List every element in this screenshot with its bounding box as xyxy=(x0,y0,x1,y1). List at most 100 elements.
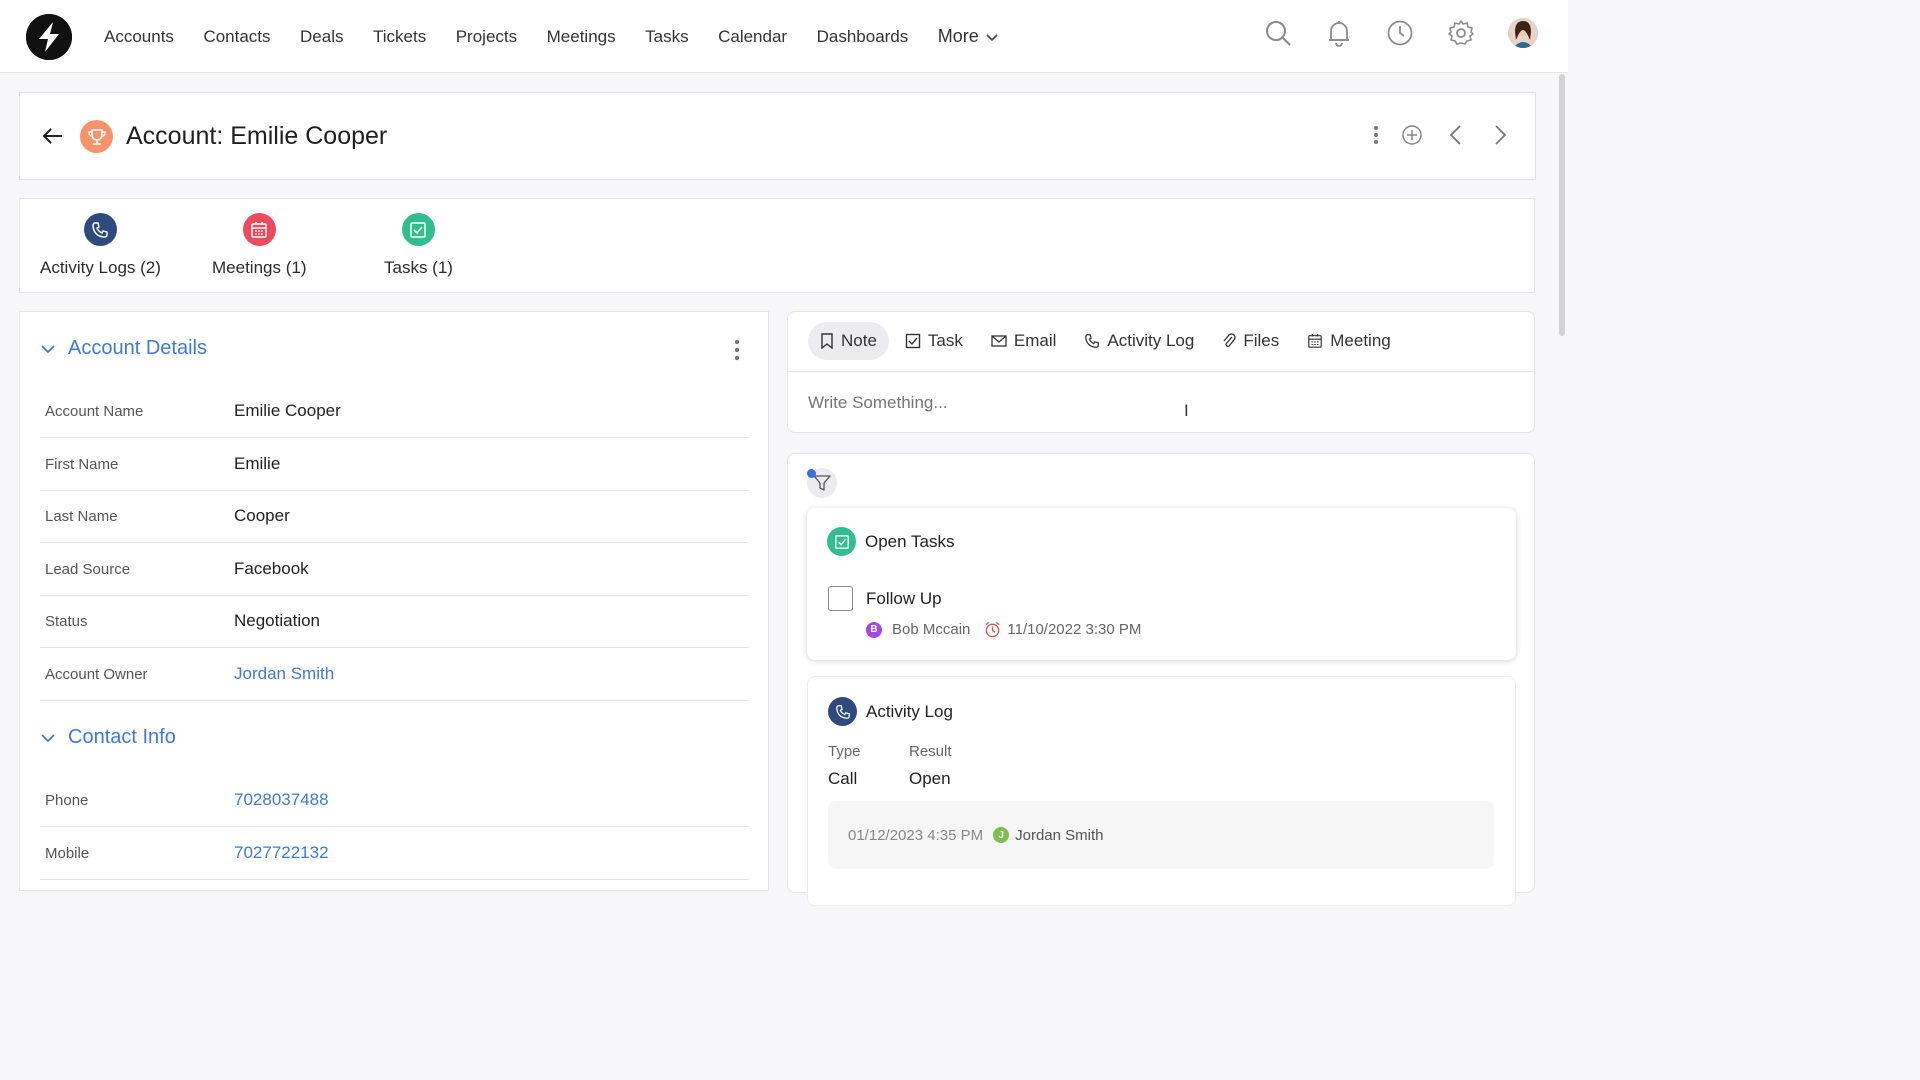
field-value: Emilie Cooper xyxy=(234,401,341,420)
log-type: Type Call xyxy=(828,743,861,789)
field-first-name: First Name Emilie xyxy=(40,438,749,491)
chevron-down-icon xyxy=(40,341,56,357)
nav-projects[interactable]: Projects xyxy=(456,27,517,47)
check-square-icon xyxy=(905,333,921,349)
nav-calendar[interactable]: Calendar xyxy=(718,27,787,47)
tab-task[interactable]: Task xyxy=(893,322,975,360)
phone-icon xyxy=(1084,333,1100,349)
page-scrollbar[interactable] xyxy=(1559,74,1565,336)
field-status: Status Negotiation xyxy=(40,595,749,648)
field-phone: Phone 7028037488 xyxy=(40,774,749,827)
task-title[interactable]: Follow Up xyxy=(866,589,942,609)
app-logo[interactable] xyxy=(26,14,72,60)
related-summary: Activity Logs (2) Meetings (1) Tasks (1) xyxy=(19,198,1535,293)
tab-meeting-label: Meeting xyxy=(1330,331,1391,350)
nav-more-label: More xyxy=(937,26,979,46)
log-type-label: Type xyxy=(828,743,861,760)
calendar-icon xyxy=(242,213,276,246)
text-cursor-icon: I xyxy=(1184,401,1189,420)
clock-icon[interactable] xyxy=(1386,19,1414,47)
log-type-value: Call xyxy=(828,769,858,788)
activity-log-title: Activity Log xyxy=(866,701,953,721)
nav-tickets[interactable]: Tickets xyxy=(373,27,426,47)
nav-more-button[interactable]: More xyxy=(938,26,999,47)
field-value: Facebook xyxy=(234,559,309,578)
contact-info-toggle[interactable]: Contact Info xyxy=(40,726,176,749)
account-details-toggle[interactable]: Account Details xyxy=(40,337,207,360)
tab-task-label: Task xyxy=(927,331,963,350)
nav-meetings[interactable]: Meetings xyxy=(547,27,616,47)
divider xyxy=(788,371,1534,372)
log-result: Result Open xyxy=(909,743,952,789)
related-meetings[interactable]: Meetings (1) xyxy=(212,213,306,278)
header-actions xyxy=(1373,124,1511,146)
search-icon[interactable] xyxy=(1264,19,1292,47)
bookmark-icon xyxy=(820,333,834,349)
field-label: Last Name xyxy=(45,507,118,525)
tab-activity-log[interactable]: Activity Log xyxy=(1072,322,1206,360)
field-label: Status xyxy=(45,612,88,630)
task-meta: B Bob Mccain 11/10/2022 3:30 PM xyxy=(866,621,1141,638)
field-label: First Name xyxy=(45,455,119,473)
composer-tabs: Note Task Email Activity Log Files Meeti… xyxy=(808,322,1407,360)
nav-dashboards[interactable]: Dashboards xyxy=(817,27,909,47)
owner-avatar: J xyxy=(993,827,1010,843)
nav-contacts[interactable]: Contacts xyxy=(203,27,270,47)
tab-meeting[interactable]: Meeting xyxy=(1295,322,1402,360)
log-timestamp: 01/12/2023 4:35 PM xyxy=(848,826,984,844)
open-tasks-card: Open Tasks Follow Up B Bob Mccain 11/10/… xyxy=(807,508,1516,660)
nav-icons xyxy=(1264,18,1538,48)
field-label: Lead Source xyxy=(45,560,131,578)
alarm-clock-icon xyxy=(984,621,1001,638)
nav-deals[interactable]: Deals xyxy=(300,27,343,47)
account-owner-link[interactable]: Jordan Smith xyxy=(234,664,334,684)
previous-record-icon[interactable] xyxy=(1445,124,1467,146)
more-vertical-icon[interactable] xyxy=(1373,125,1379,145)
related-meetings-label: Meetings (1) xyxy=(212,258,307,277)
nav-tasks[interactable]: Tasks xyxy=(645,27,688,47)
activity-log-card: Activity Log Type Call Result Open 01/12… xyxy=(807,676,1516,906)
related-tasks[interactable]: Tasks (1) xyxy=(384,213,453,278)
field-last-name: Last Name Cooper xyxy=(40,490,749,543)
log-result-label: Result xyxy=(909,743,952,760)
tab-files-label: Files xyxy=(1243,331,1280,350)
user-avatar[interactable] xyxy=(1508,18,1538,48)
chevron-down-icon xyxy=(985,30,999,44)
task-due-date: 11/10/2022 3:30 PM xyxy=(1007,621,1142,638)
field-label: Account Name xyxy=(45,402,144,420)
phone-icon xyxy=(83,213,117,246)
mobile-link[interactable]: 7027722132 xyxy=(234,843,329,863)
account-details-title: Account Details xyxy=(68,337,207,359)
add-circle-icon[interactable] xyxy=(1401,124,1423,146)
tab-note[interactable]: Note xyxy=(808,322,889,360)
field-account-owner: Account Owner Jordan Smith xyxy=(40,648,749,701)
related-tasks-label: Tasks (1) xyxy=(384,258,453,277)
more-vertical-icon[interactable] xyxy=(734,339,740,361)
nav-accounts[interactable]: Accounts xyxy=(104,27,174,47)
assignee-avatar: B xyxy=(866,621,882,638)
account-details-panel: Account Details Account Name Emilie Coop… xyxy=(19,311,769,891)
trophy-icon xyxy=(80,120,113,153)
gear-icon[interactable] xyxy=(1447,19,1475,47)
task-assignee: Bob Mccain xyxy=(892,621,971,638)
field-label: Mobile xyxy=(45,844,90,862)
field-mobile: Mobile 7027722132 xyxy=(40,827,749,880)
activity-composer: Note Task Email Activity Log Files Meeti… xyxy=(787,311,1535,433)
phone-link[interactable]: 7028037488 xyxy=(234,790,329,810)
note-input[interactable] xyxy=(808,393,1508,413)
related-activity-logs[interactable]: Activity Logs (2) xyxy=(40,213,161,278)
field-account-name: Account Name Emilie Cooper xyxy=(40,385,749,438)
bell-icon[interactable] xyxy=(1325,19,1353,47)
field-lead-source: Lead Source Facebook xyxy=(40,543,749,596)
log-owner: Jordan Smith xyxy=(1015,826,1104,844)
tab-files[interactable]: Files xyxy=(1210,322,1291,360)
related-activity-logs-label: Activity Logs (2) xyxy=(40,258,161,277)
mail-icon xyxy=(991,334,1007,348)
check-square-icon xyxy=(827,527,856,556)
task-complete-checkbox[interactable] xyxy=(828,586,853,611)
contact-info-title: Contact Info xyxy=(68,726,176,748)
next-record-icon[interactable] xyxy=(1489,124,1511,146)
open-tasks-title: Open Tasks xyxy=(865,531,955,551)
tab-email[interactable]: Email xyxy=(979,322,1069,360)
back-arrow-icon[interactable] xyxy=(42,126,64,146)
